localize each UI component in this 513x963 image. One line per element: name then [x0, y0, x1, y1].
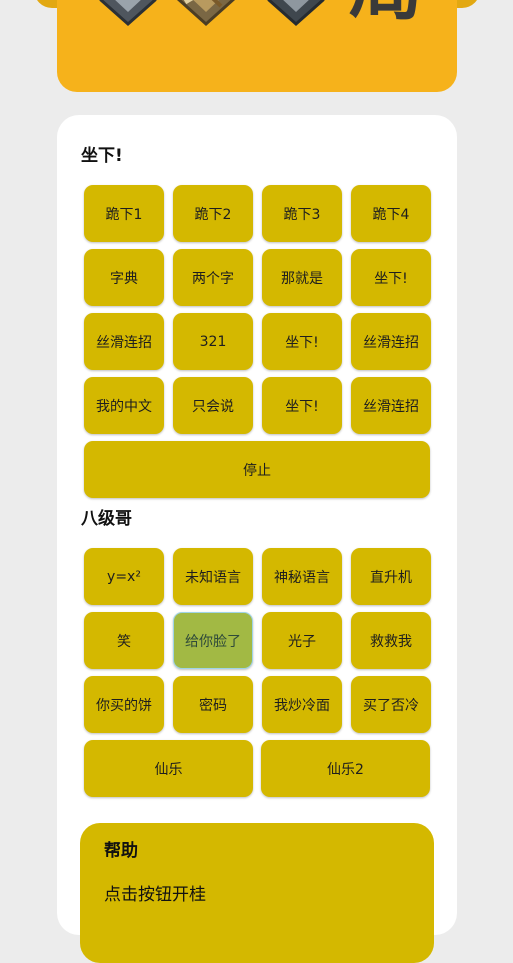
- sound-button[interactable]: 仙乐2: [261, 740, 430, 797]
- sound-button[interactable]: 神秘语言: [262, 548, 342, 605]
- stop-button[interactable]: 停止: [84, 441, 430, 498]
- sound-button[interactable]: 买了否冷: [351, 676, 431, 733]
- silver-rank-icon: [93, 0, 163, 28]
- bronze-rank-icon: [171, 0, 241, 28]
- banner-title-glyph: 局: [349, 0, 423, 24]
- sound-button[interactable]: 密码: [173, 676, 253, 733]
- sound-button[interactable]: 两个字: [173, 249, 253, 306]
- sound-button[interactable]: 你买的饼: [84, 676, 164, 733]
- sound-button[interactable]: 坐下!: [262, 313, 342, 370]
- sound-button[interactable]: 丝滑连招: [351, 377, 431, 434]
- sound-button-selected[interactable]: 给你脸了: [173, 612, 253, 669]
- help-text: 点击按钮开桂: [104, 885, 206, 905]
- section-title-level8: 八级哥: [81, 509, 132, 529]
- silver-plane-icon: [261, 0, 331, 28]
- sound-button[interactable]: 坐下!: [262, 377, 342, 434]
- sound-button[interactable]: 丝滑连招: [351, 313, 431, 370]
- sound-button[interactable]: 直升机: [351, 548, 431, 605]
- sound-button[interactable]: 笑: [84, 612, 164, 669]
- sound-button[interactable]: 我的中文: [84, 377, 164, 434]
- sound-button[interactable]: 光子: [262, 612, 342, 669]
- sound-button[interactable]: 丝滑连招: [84, 313, 164, 370]
- help-panel: 帮助 点击按钮开桂: [80, 823, 434, 963]
- sound-button[interactable]: 未知语言: [173, 548, 253, 605]
- main-card: 坐下! 跪下1 跪下2 跪下3 跪下4 字典 两个字 那就是 坐下! 丝滑连招 …: [57, 115, 457, 963]
- sound-button[interactable]: 321: [173, 313, 253, 370]
- sound-button[interactable]: 仙乐: [84, 740, 253, 797]
- sound-button[interactable]: 跪下3: [262, 185, 342, 242]
- sound-button[interactable]: 只会说: [173, 377, 253, 434]
- sound-button[interactable]: 跪下2: [173, 185, 253, 242]
- header-banner: 局: [57, 0, 457, 92]
- sound-button[interactable]: 救救我: [351, 612, 431, 669]
- sound-button[interactable]: 我炒冷面: [262, 676, 342, 733]
- sound-button[interactable]: y=x²: [84, 548, 164, 605]
- sound-button[interactable]: 那就是: [262, 249, 342, 306]
- sound-button[interactable]: 坐下!: [351, 249, 431, 306]
- sound-button[interactable]: 跪下1: [84, 185, 164, 242]
- section-title-sit: 坐下!: [81, 146, 123, 166]
- sound-button[interactable]: 字典: [84, 249, 164, 306]
- help-title: 帮助: [104, 841, 138, 861]
- sound-button[interactable]: 跪下4: [351, 185, 431, 242]
